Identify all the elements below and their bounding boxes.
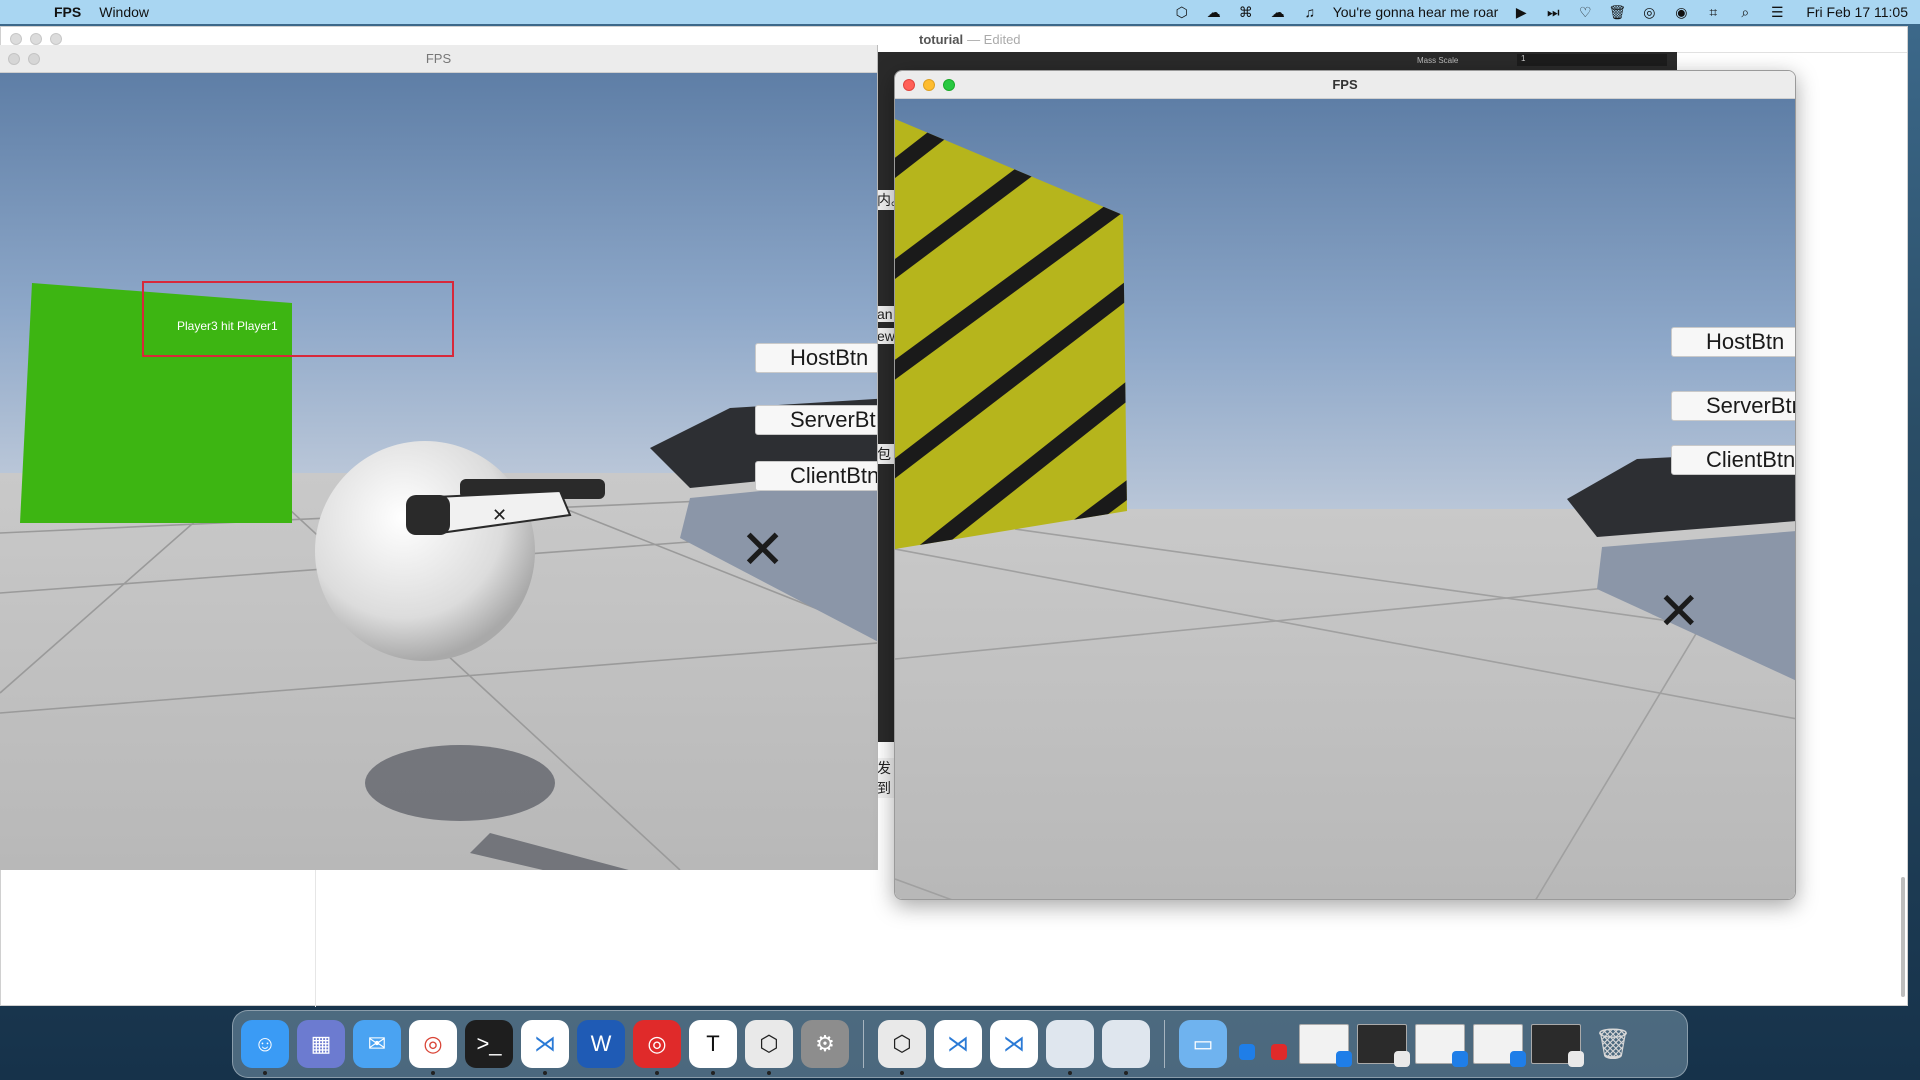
blank-app-icon[interactable] [1046,1020,1094,1075]
server-button[interactable]: ServerBtn [755,405,877,435]
minimized-window-thumb[interactable] [1531,1024,1584,1067]
menu-app-name[interactable]: FPS [54,4,81,20]
finder-icon[interactable]: ☺ [241,1020,289,1075]
dock: ☺ ▦ ✉ ◎ >_ ⋊ W ◎ T ⬡ ⚙ ⬡ ⋊ ⋊ ▭ 🗑 [232,1010,1688,1078]
game-window-title: FPS [425,51,452,66]
screen-record-icon[interactable]: ◉ [1672,4,1690,20]
menu-bar: FPS Window ⬡ ☁ ⌘ ☁ ♫ You're gonna hear m… [0,0,1920,24]
server-button[interactable]: ServerBtn [1671,391,1795,421]
vscode-icon[interactable]: ⋊ [521,1020,569,1075]
minimized-window-thumb[interactable] [1267,1024,1291,1064]
window-controls [903,79,955,91]
game-window-left: FPS ✕ ✕ Player3 hit Player1 HostBtn Serv… [0,45,878,870]
minimized-window-thumb[interactable] [1235,1024,1259,1064]
client-button[interactable]: ClientBtn [755,461,877,491]
chrome-icon[interactable]: ◎ [409,1020,457,1075]
music-app-icon[interactable]: ♫ [1301,4,1319,20]
settings-icon[interactable]: ⚙ [801,1020,849,1068]
input-method-icon[interactable]: ⌗ [1704,4,1722,20]
trash-icon[interactable]: 🗑 [1589,1020,1637,1068]
control-center-icon[interactable]: ☰ [1768,4,1786,20]
word-icon[interactable]: W [577,1020,625,1068]
terminal-icon[interactable]: >_ [465,1020,513,1068]
vscode-icon[interactable]: ⋊ [990,1020,1038,1068]
menu-clock[interactable]: Fri Feb 17 11:05 [1806,4,1908,20]
heart-icon[interactable]: ♡ [1576,4,1594,20]
minimize-button[interactable] [923,79,935,91]
document-window-controls [10,33,62,45]
cloud-sync-icon[interactable]: ☁ [1205,4,1223,20]
game-window-titlebar: FPS [895,71,1795,99]
window-controls [8,53,40,65]
svg-text:✕: ✕ [492,505,507,526]
unity-status-icon[interactable]: ⬡ [1173,4,1191,20]
game-window-right: FPS ✕ HostBtn ServerBtn ClientBtn [894,70,1796,900]
blank-app-icon[interactable] [1102,1020,1150,1075]
document-scrollbar[interactable] [1901,877,1905,997]
document-title: toturial — Edited [919,32,1021,47]
game-viewport[interactable]: ✕ HostBtn ServerBtn ClientBtn [895,99,1795,899]
minimized-window-thumb[interactable] [1415,1024,1468,1067]
play-icon[interactable]: ▶ [1512,4,1530,20]
mail-icon[interactable]: ✉ [353,1020,401,1068]
launchpad-icon[interactable]: ▦ [297,1020,345,1068]
unity-hub-icon[interactable]: ⬡ [745,1020,793,1075]
music-icon[interactable]: ◎ [633,1020,681,1075]
minimized-window-thumb[interactable] [1357,1024,1410,1067]
document-text-fragment: an [877,306,895,322]
player-shadow [365,745,555,821]
menu-extras: ⬡ ☁ ⌘ ☁ ♫ You're gonna hear me roar ▶ ⏭ … [1173,0,1908,24]
unity-icon[interactable]: ⬡ [878,1020,926,1075]
svg-text:✕: ✕ [1657,582,1701,642]
inspector-field[interactable]: 1 [1517,54,1667,66]
dock-separator [1164,1020,1165,1068]
menu-window[interactable]: Window [99,4,149,20]
minimized-window-thumb[interactable] [1299,1024,1352,1067]
trash-icon[interactable]: 🗑 [1608,4,1626,20]
document-text-fragment: 发到 [877,758,895,798]
downloads-folder-icon[interactable]: ▭ [1179,1020,1227,1068]
player-rifle-foreground: ✕ [1567,451,1795,681]
apple-menu-icon[interactable] [18,3,34,21]
zoom-button[interactable] [943,79,955,91]
inspector-label: Mass Scale [1417,56,1459,65]
document-text-fragment: ew [877,328,895,344]
game-viewport[interactable]: ✕ ✕ Player3 hit Player1 HostBtn ServerBt… [0,73,877,870]
typora-icon[interactable]: T [689,1020,737,1075]
svg-text:✕: ✕ [740,518,785,581]
document-text-fragment: 内。 [877,190,905,210]
minimize-button[interactable] [30,33,42,45]
minimized-window-thumb[interactable] [1473,1024,1526,1067]
player-sphere [315,441,535,661]
minimize-button[interactable] [28,53,40,65]
game-window-title: FPS [1332,77,1358,92]
host-button[interactable]: HostBtn [755,343,877,373]
spotlight-search-icon[interactable]: ⌕ [1736,4,1754,20]
close-button[interactable] [8,53,20,65]
close-button[interactable] [10,33,22,45]
dock-separator [863,1020,864,1068]
close-button[interactable] [903,79,915,91]
netease-tray-icon[interactable]: ◎ [1640,4,1658,20]
game-window-titlebar: FPS [0,45,877,73]
vscode-icon[interactable]: ⋊ [934,1020,982,1068]
document-text-fragment: 包 [877,444,895,464]
zoom-button[interactable] [50,33,62,45]
striped-wall [895,119,1127,549]
icloud-icon[interactable]: ☁ [1269,4,1287,20]
now-playing-text[interactable]: You're gonna hear me roar [1333,4,1499,20]
bookmark-icon[interactable]: ⌘ [1237,4,1255,20]
next-track-icon[interactable]: ⏭ [1544,4,1562,20]
player-gun: ✕ [406,479,605,535]
client-button[interactable]: ClientBtn [1671,445,1795,475]
host-button[interactable]: HostBtn [1671,327,1795,357]
hit-notification: Player3 hit Player1 [142,281,454,357]
